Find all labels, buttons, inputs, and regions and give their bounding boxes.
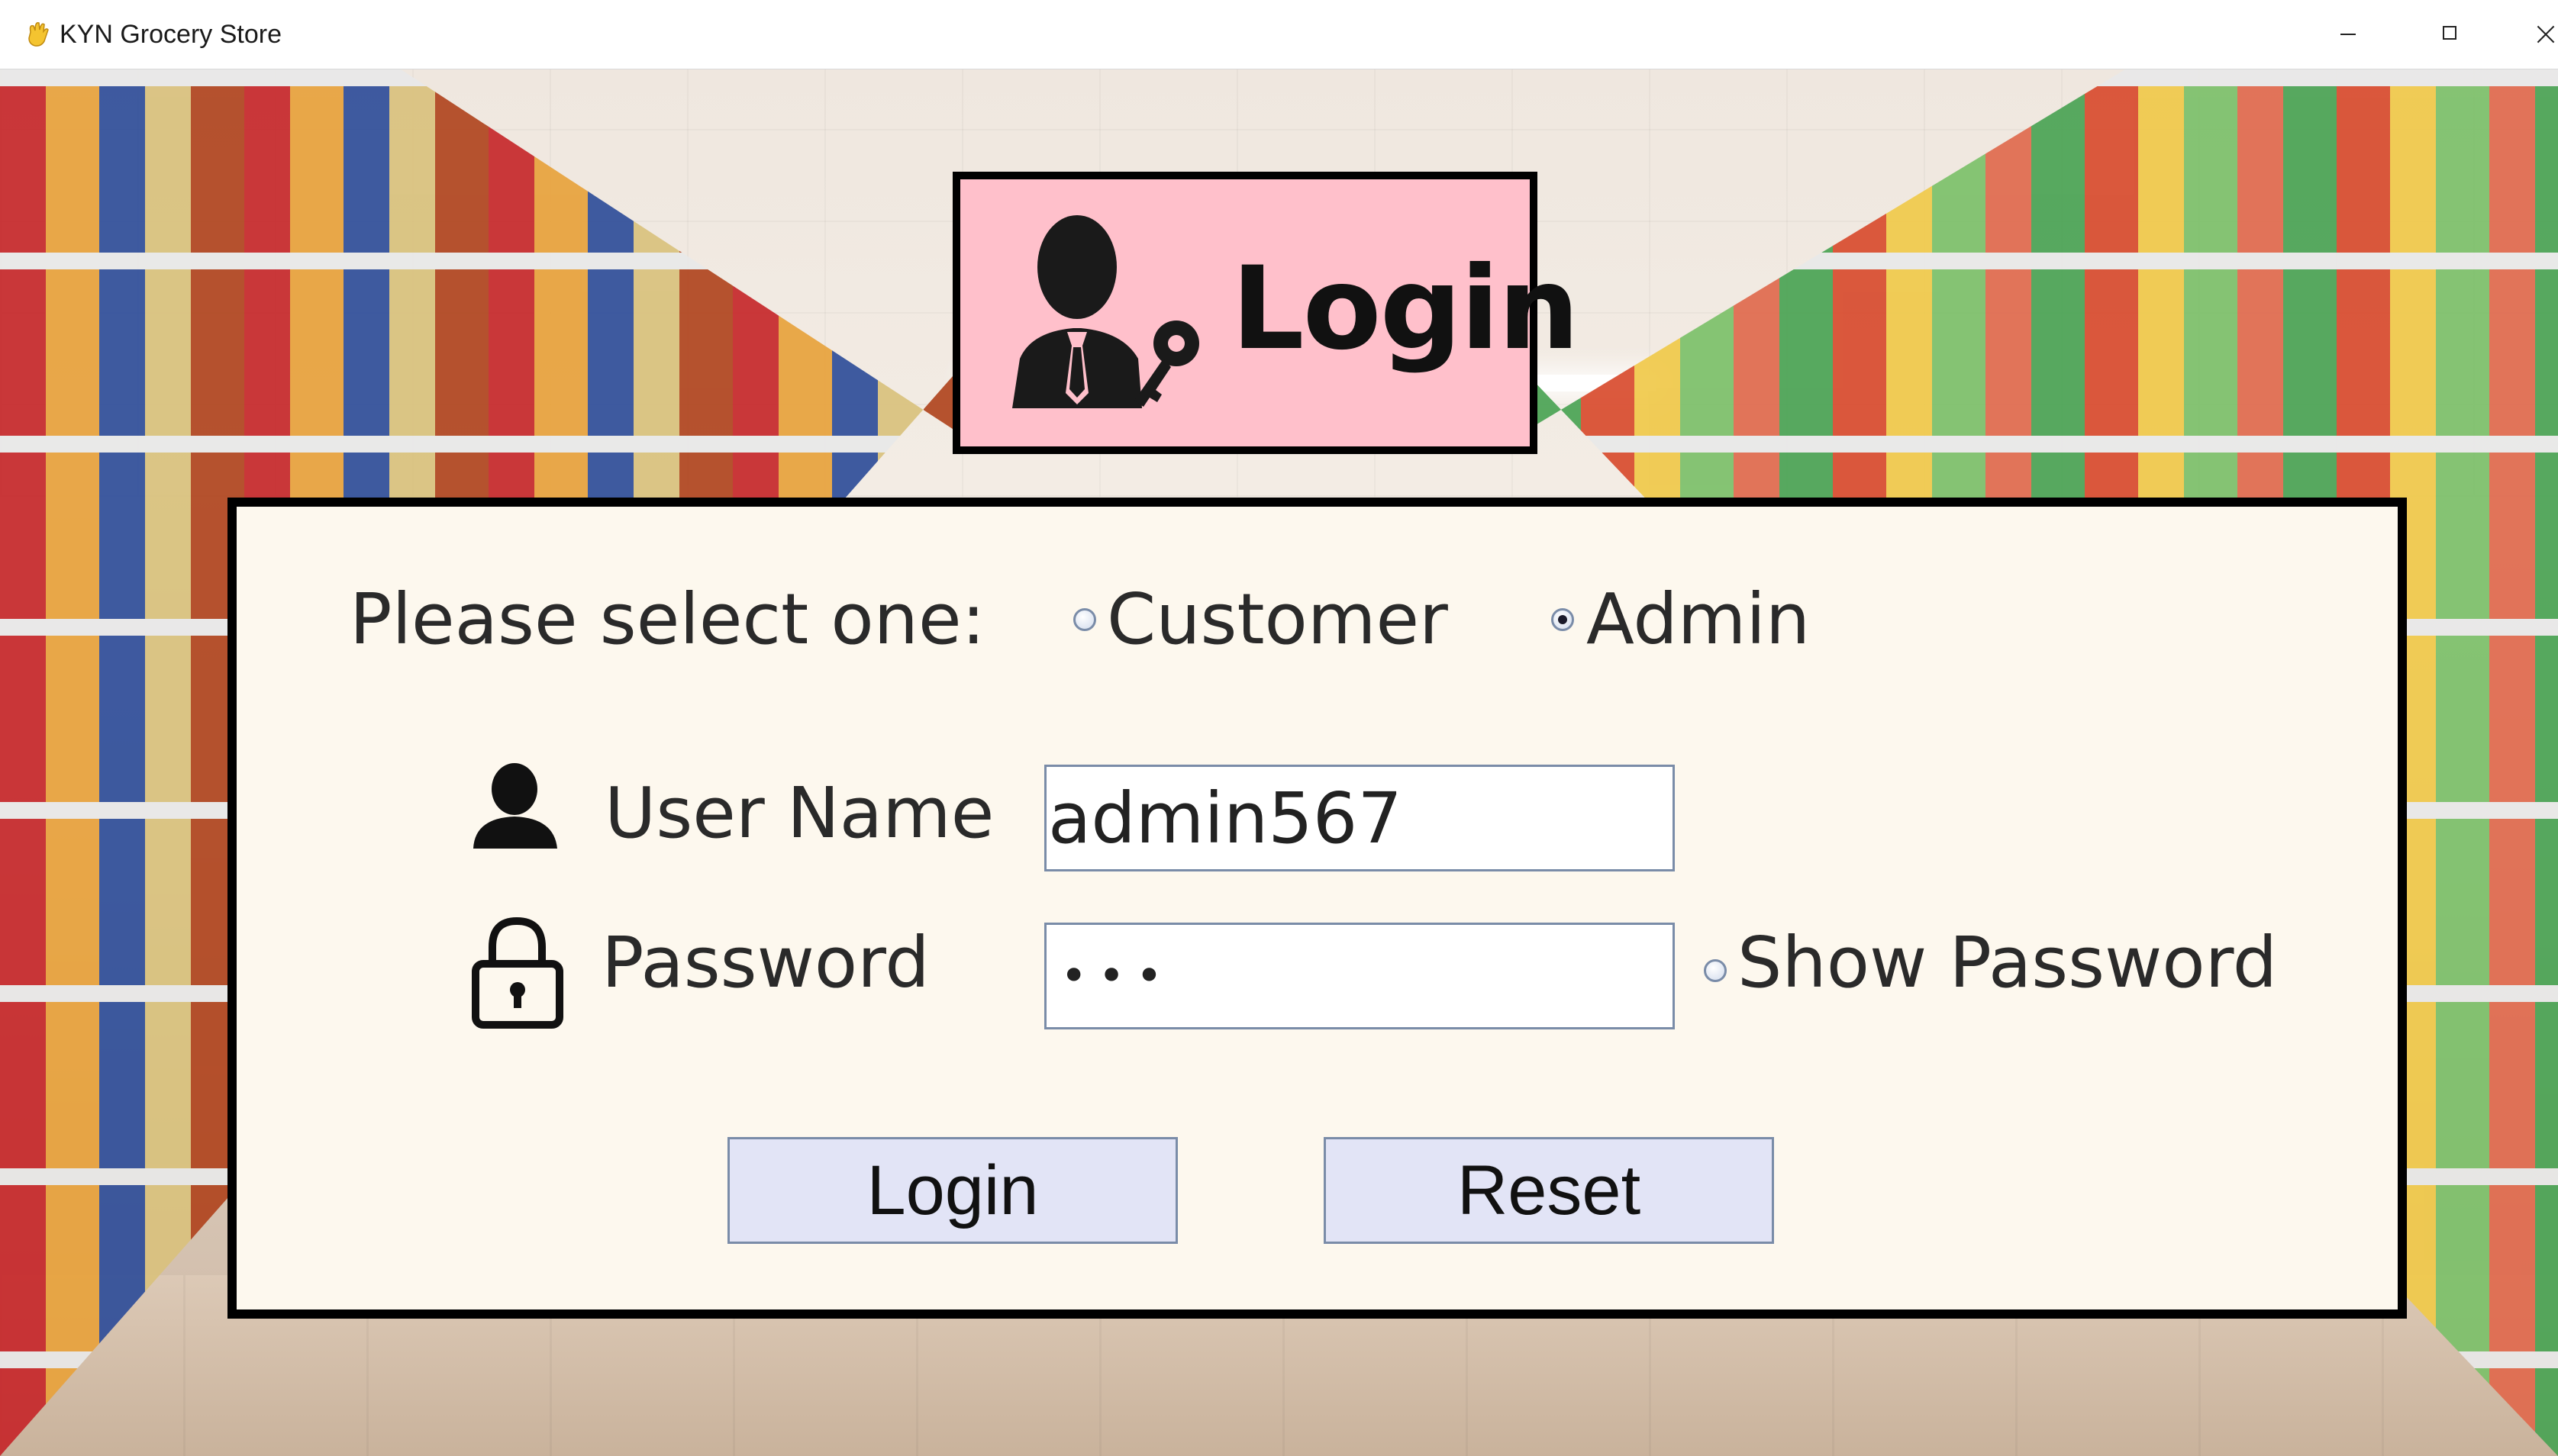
login-banner: Login bbox=[953, 172, 1579, 454]
password-label: Password bbox=[602, 922, 930, 1003]
customer-radio-label[interactable]: Customer bbox=[1107, 581, 1448, 658]
show-password-toggle[interactable] bbox=[1704, 959, 1727, 982]
username-label: User Name bbox=[605, 772, 995, 854]
show-password-label[interactable]: Show Password bbox=[1737, 925, 2277, 1001]
businessman-with-key-icon bbox=[1012, 215, 1199, 408]
maximize-button[interactable] bbox=[2397, 0, 2504, 69]
user-icon bbox=[473, 763, 557, 849]
reset-button[interactable]: Reset bbox=[1324, 1137, 1774, 1244]
window-title-bar: KYN Grocery Store bbox=[0, 0, 2558, 69]
minimize-button[interactable] bbox=[2295, 0, 2402, 69]
close-button[interactable] bbox=[2511, 0, 2558, 69]
admin-radio[interactable] bbox=[1551, 608, 1574, 631]
username-input[interactable] bbox=[1047, 767, 1673, 869]
admin-radio-label[interactable]: Admin bbox=[1586, 581, 1810, 658]
hand-emoji-icon bbox=[28, 21, 49, 47]
username-field[interactable] bbox=[1044, 765, 1675, 871]
login-panel: Please select one: Customer Admin User N… bbox=[227, 498, 2407, 1319]
role-prompt: Please select one: bbox=[350, 578, 985, 660]
password-input[interactable] bbox=[1047, 925, 1673, 1027]
password-field[interactable] bbox=[1044, 923, 1675, 1029]
login-button[interactable]: Login bbox=[727, 1137, 1178, 1244]
window-title: KYN Grocery Store bbox=[60, 20, 282, 49]
customer-radio[interactable] bbox=[1073, 608, 1096, 631]
banner-title: Login bbox=[1231, 243, 1579, 375]
lock-icon bbox=[472, 916, 563, 1029]
